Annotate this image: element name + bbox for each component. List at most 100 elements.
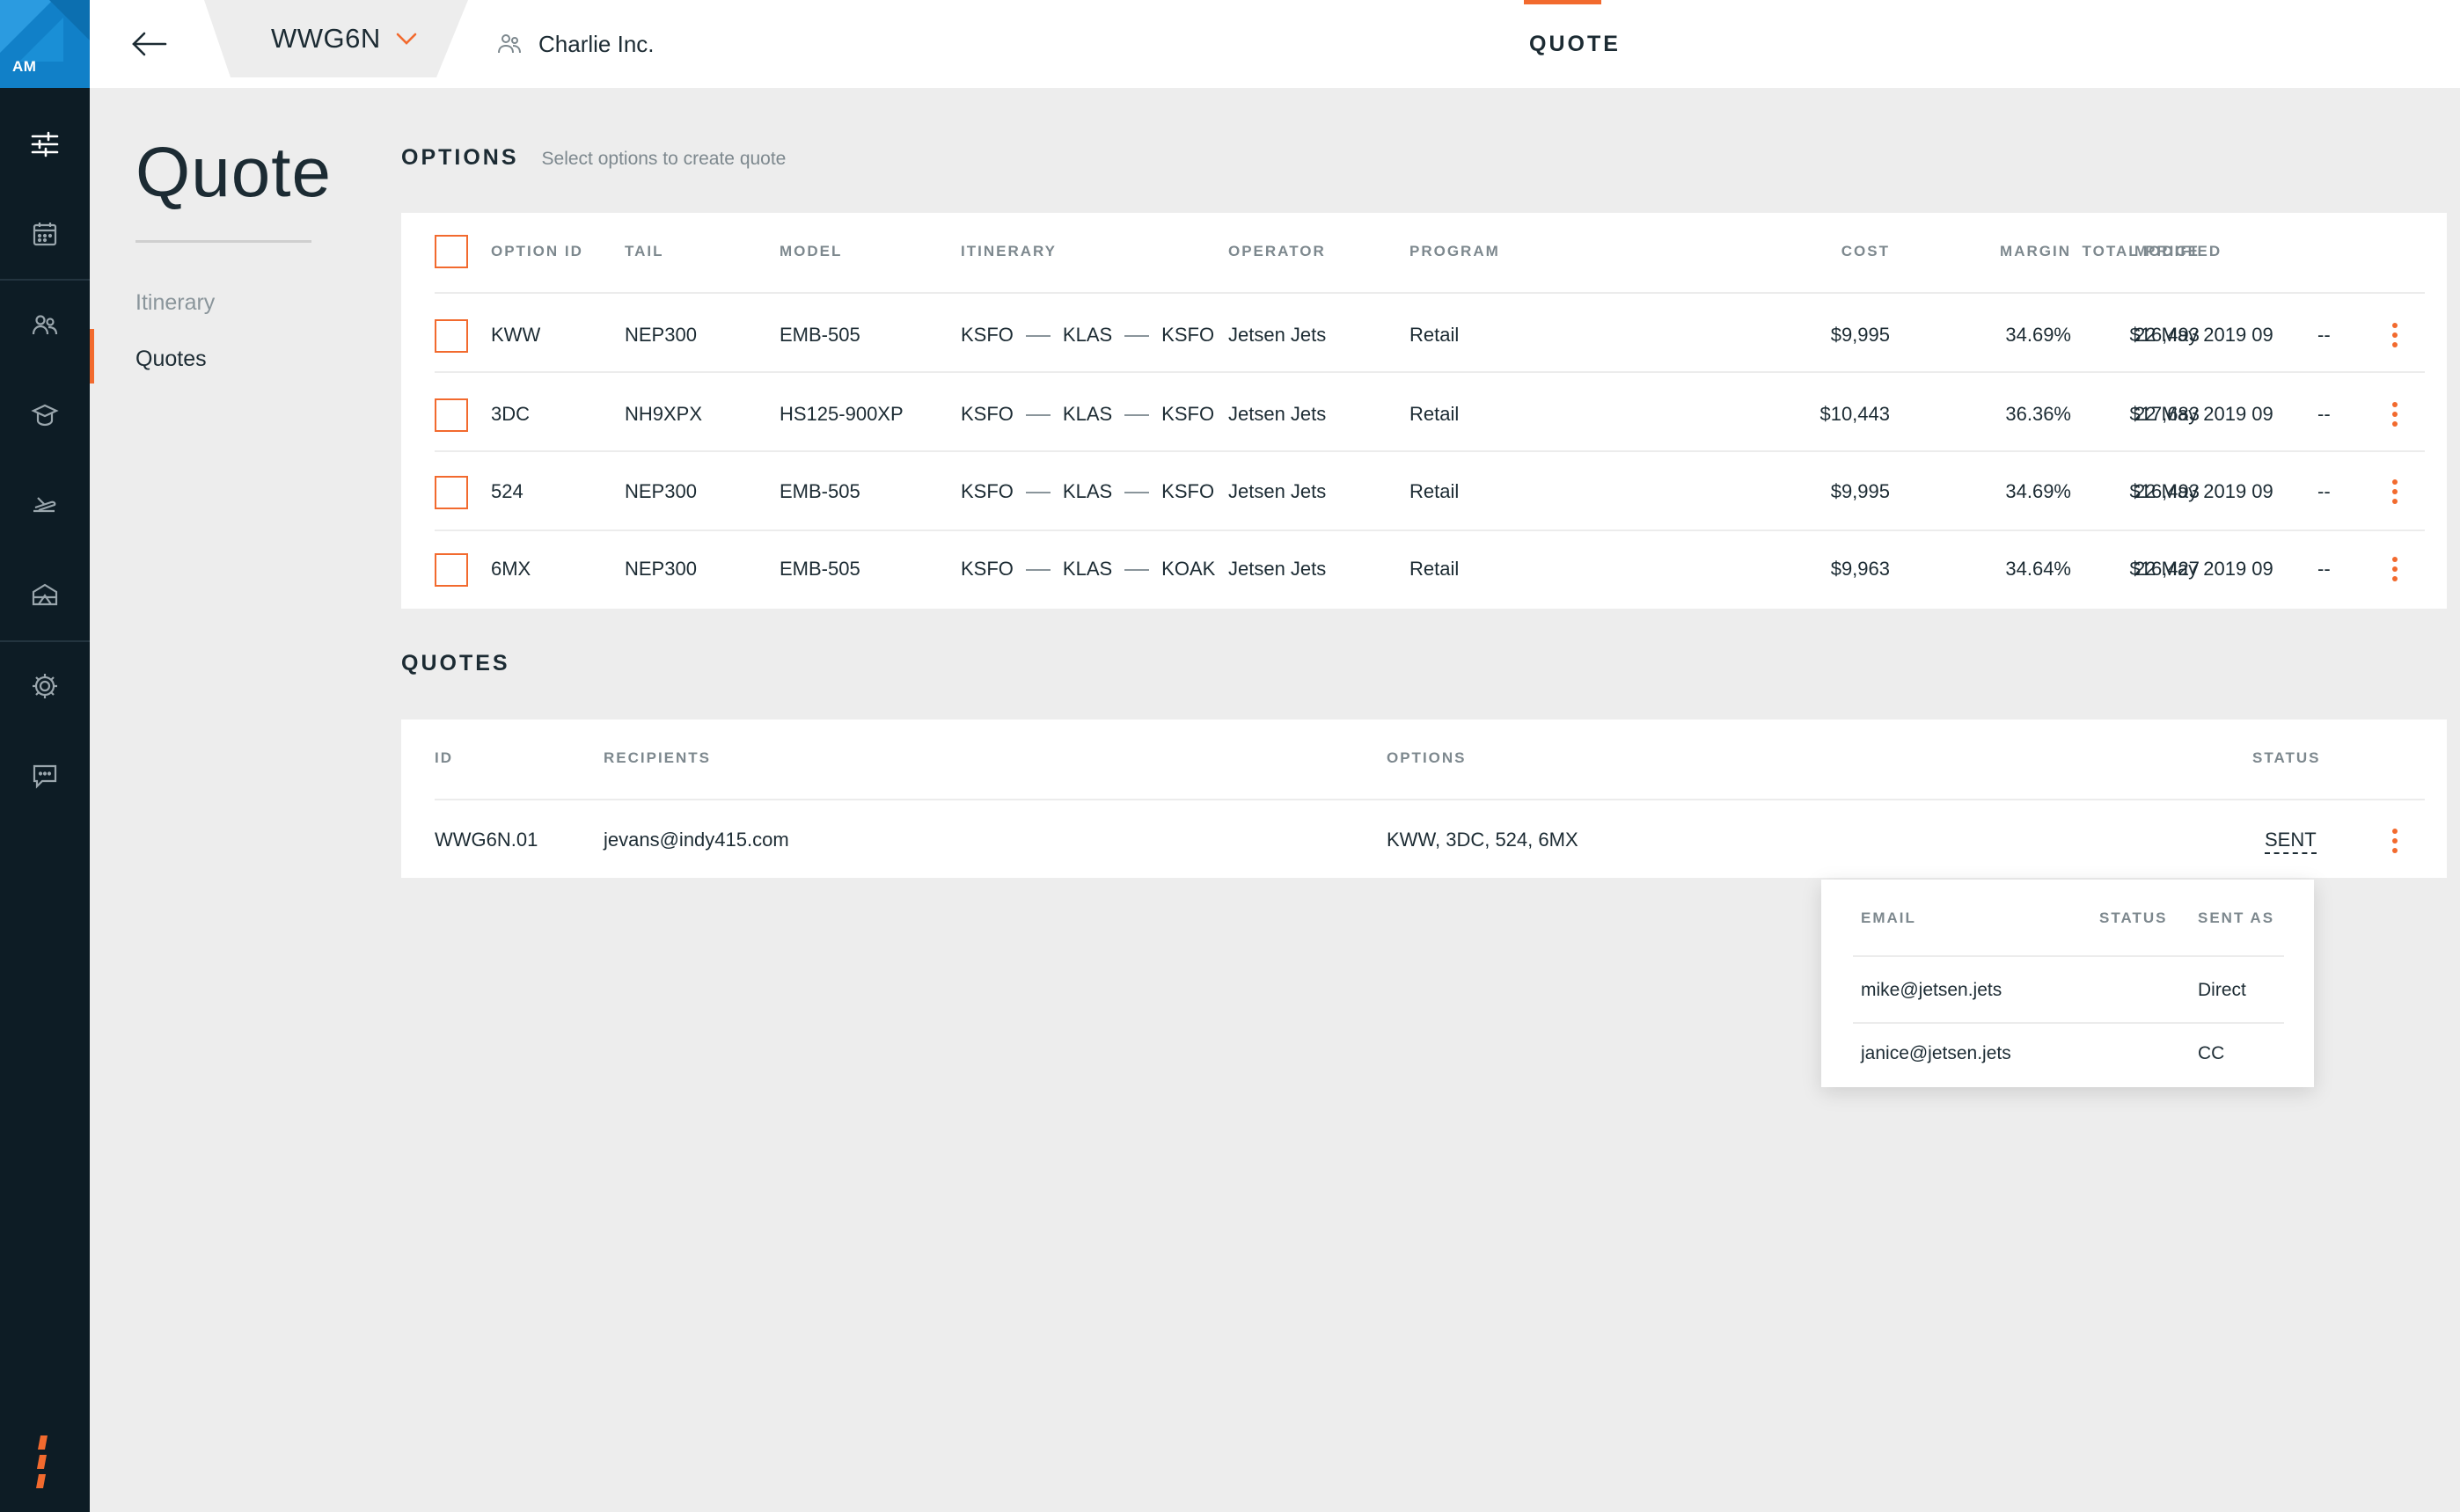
operator: Jetsen Jets	[1228, 403, 1327, 425]
popover-col-status: STATUS	[2099, 909, 2168, 926]
col-operator: OPERATOR	[1228, 243, 1326, 259]
client-people-icon	[498, 34, 521, 54]
row-menu-button[interactable]	[2377, 316, 2412, 354]
sidenav-item-quotes[interactable]: Quotes	[135, 347, 207, 372]
leg-airport: KSFO	[961, 403, 1014, 425]
option-id: 3DC	[491, 403, 531, 425]
extra-value: --	[2317, 324, 2331, 346]
leg-airport: KSFO	[961, 480, 1014, 502]
quotes-title: QUOTES	[401, 651, 510, 676]
trip-code: WWG6N	[271, 23, 381, 54]
tail: NEP300	[625, 324, 697, 346]
margin: 36.36%	[2005, 403, 2071, 425]
program: Retail	[1409, 480, 1460, 502]
brand-mark-icon	[36, 1435, 48, 1488]
row-menu-button[interactable]	[2377, 395, 2412, 434]
leg-airport: KLAS	[1062, 558, 1113, 580]
model: EMB-505	[780, 324, 860, 346]
chat-icon[interactable]	[0, 741, 90, 811]
col-id: ID	[435, 749, 453, 766]
leg-airport: KSFO	[1161, 324, 1215, 346]
model: EMB-505	[780, 558, 860, 580]
rail-divider	[0, 640, 90, 642]
quote-recipients: jevans@indy415.com	[604, 829, 789, 851]
itinerary: KSFO KLAS KSFO	[961, 403, 1214, 426]
page-title: Quote	[135, 133, 332, 211]
options-title: OPTIONS	[401, 145, 519, 170]
col-program: PROGRAM	[1409, 243, 1500, 259]
calendar-icon[interactable]	[0, 199, 90, 269]
status-popover: EMAIL STATUS SENT AS mike@jetsen.jets Di…	[1821, 880, 2314, 1087]
header-divider	[435, 292, 2425, 294]
recipient-email: mike@jetsen.jets	[1861, 980, 2002, 1000]
operator: Jetsen Jets	[1228, 480, 1327, 502]
recipient-sent-as: CC	[2198, 1043, 2225, 1063]
select-all-checkbox[interactable]	[435, 235, 468, 268]
people-icon[interactable]	[0, 290, 90, 361]
program: Retail	[1409, 558, 1460, 580]
leg-airport: KSFO	[961, 558, 1014, 580]
model: HS125-900XP	[780, 403, 904, 425]
sidenav-divider	[135, 240, 311, 243]
row-menu-button[interactable]	[2377, 550, 2412, 588]
chevron-down-icon	[396, 33, 417, 45]
col-options: OPTIONS	[1387, 749, 1467, 766]
col-model: MODEL	[780, 243, 843, 259]
quote-id: WWG6N.01	[435, 829, 538, 851]
top-bar: WWG6N Charlie Inc. QUOTE	[90, 0, 2460, 88]
app-logo[interactable]: AM	[0, 0, 90, 88]
quote-status[interactable]: SENT	[2265, 829, 2317, 854]
leg-airport: KSFO	[1161, 403, 1215, 425]
quotes-header: QUOTES	[401, 651, 510, 676]
row-divider	[435, 530, 2425, 531]
gear-icon[interactable]	[0, 651, 90, 721]
popover-col-sent-as: SENT AS	[2198, 909, 2275, 926]
quote-options: KWW, 3DC, 524, 6MX	[1387, 829, 1578, 851]
header-divider	[435, 799, 2425, 800]
col-tail: TAIL	[625, 243, 664, 259]
col-modified: MODIFIED	[2134, 243, 2222, 259]
program: Retail	[1409, 403, 1460, 425]
leg-airport: KSFO	[1161, 480, 1215, 502]
modified: 22 May 2019 09	[2134, 558, 2273, 580]
col-recipients: RECIPIENTS	[604, 749, 712, 766]
options-subtitle: Select options to create quote	[541, 149, 787, 169]
popover-header-divider	[1853, 955, 2284, 957]
rail-divider	[0, 279, 90, 281]
row-menu-button[interactable]	[2377, 472, 2412, 511]
client-info: Charlie Inc.	[496, 25, 655, 63]
row-checkbox[interactable]	[435, 319, 468, 353]
row-checkbox[interactable]	[435, 553, 468, 587]
col-status: STATUS	[2252, 749, 2321, 766]
sidenav-item-itinerary[interactable]: Itinerary	[135, 290, 215, 316]
recipient-sent-as: Direct	[2198, 980, 2246, 1000]
app-rail: AM	[0, 0, 90, 1512]
row-checkbox[interactable]	[435, 398, 468, 432]
operator: Jetsen Jets	[1228, 324, 1327, 346]
arrow-left-icon	[132, 32, 167, 56]
option-id: KWW	[491, 324, 541, 346]
hangar-icon[interactable]	[0, 559, 90, 630]
leg-airport: KLAS	[1062, 324, 1113, 346]
margin: 34.64%	[2005, 558, 2071, 580]
plane-icon[interactable]	[0, 470, 90, 540]
sidenav-active-marker	[90, 329, 94, 383]
options-table: OPTION ID TAIL MODEL ITINERARY OPERATOR …	[401, 213, 2447, 609]
row-checkbox[interactable]	[435, 476, 468, 509]
quote-menu-button[interactable]	[2377, 822, 2412, 860]
tab-quote[interactable]: QUOTE	[1510, 0, 1638, 88]
cost: $9,995	[1830, 480, 1890, 502]
back-button[interactable]	[127, 21, 172, 67]
quote-status-link[interactable]: SENT	[2265, 829, 2317, 854]
extra-value: --	[2317, 403, 2331, 425]
option-id: 6MX	[491, 558, 531, 580]
pilot-hat-icon[interactable]	[0, 380, 90, 450]
col-option-id: OPTION ID	[491, 243, 583, 259]
trip-selector[interactable]: WWG6N	[204, 0, 468, 77]
sliders-icon[interactable]	[0, 109, 90, 179]
tab-quote-label: QUOTE	[1529, 32, 1621, 56]
tail: NH9XPX	[625, 403, 703, 425]
cost: $9,963	[1830, 558, 1890, 580]
client-name: Charlie Inc.	[538, 30, 655, 57]
operator: Jetsen Jets	[1228, 558, 1327, 580]
